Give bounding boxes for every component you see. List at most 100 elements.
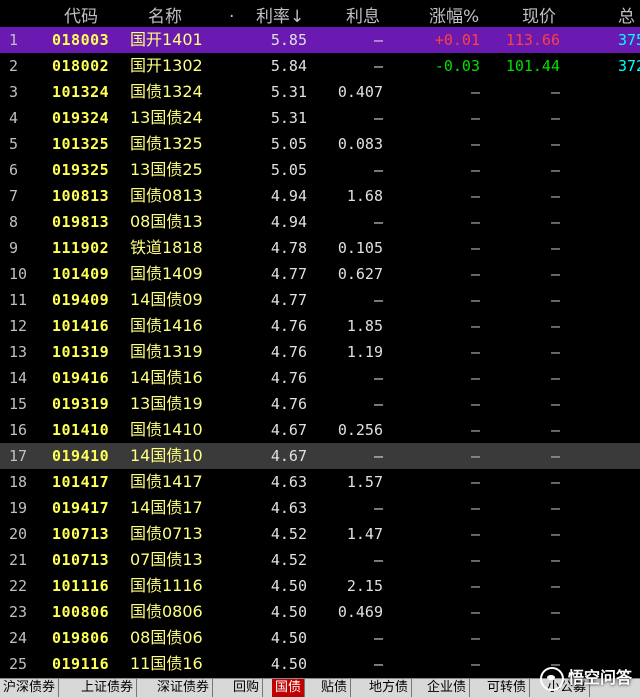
tab-5[interactable]: 贴债: [318, 679, 352, 697]
row-change: –: [470, 447, 480, 465]
tab-1[interactable]: 上证债券: [78, 679, 138, 697]
bond-table: 1018003国开14015.85–+0.01113.663752018002国…: [0, 27, 640, 677]
row-price: –: [550, 369, 560, 387]
table-row[interactable]: 9 111902 铁道1818 4.78 0.105 – –: [0, 235, 640, 261]
row-rate: 4.52: [270, 525, 307, 543]
table-row[interactable]: 11 019409 14国债09 4.77 – – –: [0, 287, 640, 313]
row-name: 国债1417: [130, 472, 203, 491]
row-rate: 4.77: [270, 265, 307, 283]
table-row[interactable]: 1 018003 国开1401 5.85 – +0.01 113.66 375: [0, 27, 640, 53]
table-row[interactable]: 24 019806 08国债06 4.50 – – –: [0, 625, 640, 651]
row-interest: 1.19: [346, 343, 383, 361]
table-row[interactable]: 12 101416 国债1416 4.76 1.85 – –: [0, 313, 640, 339]
table-row[interactable]: 23 100806 国债0806 4.50 0.469 – –: [0, 599, 640, 625]
row-price: –: [550, 213, 560, 231]
row-price: 101.44: [505, 57, 560, 75]
table-row[interactable]: 18 101417 国债1417 4.63 1.57 – –: [0, 469, 640, 495]
row-name: 国债1324: [130, 82, 203, 101]
row-name: 14国债17: [130, 498, 203, 517]
header-change[interactable]: 涨幅%: [429, 2, 479, 27]
row-index: 11: [9, 291, 28, 309]
wukong-logo-icon: [539, 666, 564, 691]
table-row[interactable]: 17 019410 14国债10 4.67 – – –: [0, 443, 640, 469]
row-index: 15: [9, 395, 28, 413]
row-name: 13国债19: [130, 394, 203, 413]
table-row[interactable]: 13 101319 国债1319 4.76 1.19 – –: [0, 339, 640, 365]
row-change: –: [470, 473, 480, 491]
row-rate: 4.76: [270, 395, 307, 413]
tab-7[interactable]: 企业债: [424, 679, 471, 697]
tab-0[interactable]: 沪深债券: [0, 679, 60, 697]
row-price: –: [550, 83, 560, 101]
row-rate: 5.31: [270, 83, 307, 101]
row-change: –: [470, 577, 480, 595]
row-change: –: [470, 551, 480, 569]
table-row[interactable]: 22 101116 国债1116 4.50 2.15 – –: [0, 573, 640, 599]
row-change: –: [470, 187, 480, 205]
table-row[interactable]: 5 101325 国债1325 5.05 0.083 – –: [0, 131, 640, 157]
table-row[interactable]: 21 010713 07国债13 4.52 – – –: [0, 547, 640, 573]
table-row[interactable]: 15 019319 13国债19 4.76 – – –: [0, 391, 640, 417]
row-code: 019116: [52, 655, 110, 673]
header-price[interactable]: 现价: [522, 2, 556, 27]
table-row[interactable]: 16 101410 国债1410 4.67 0.256 – –: [0, 417, 640, 443]
row-price: –: [550, 109, 560, 127]
row-name: 国债0806: [130, 602, 203, 621]
row-rate: 4.94: [270, 213, 307, 231]
row-index: 12: [9, 317, 28, 335]
row-code: 019319: [52, 395, 110, 413]
row-interest: 1.57: [346, 473, 383, 491]
tab-3[interactable]: 回购: [230, 679, 264, 697]
header-name[interactable]: 名称: [148, 2, 182, 27]
row-index: 1: [9, 31, 19, 49]
tab-4[interactable]: 国债: [272, 679, 306, 697]
row-rate: 5.84: [270, 57, 307, 75]
row-interest: –: [373, 629, 383, 647]
tab-8[interactable]: 可转债: [484, 679, 531, 697]
row-name: 国债1410: [130, 420, 203, 439]
row-interest: 0.105: [337, 239, 383, 257]
row-rate: 4.78: [270, 239, 307, 257]
row-code: 101325: [52, 135, 110, 153]
table-row[interactable]: 6 019325 13国债25 5.05 – – –: [0, 157, 640, 183]
row-rate: 4.50: [270, 655, 307, 673]
row-price: –: [550, 187, 560, 205]
table-row[interactable]: 20 100713 国债0713 4.52 1.47 – –: [0, 521, 640, 547]
row-change: –: [470, 161, 480, 179]
table-row[interactable]: 2 018002 国开1302 5.84 – -0.03 101.44 372: [0, 53, 640, 79]
tab-6[interactable]: 地方债: [366, 679, 413, 697]
row-code: 101324: [52, 83, 110, 101]
row-rate: 4.50: [270, 603, 307, 621]
table-row[interactable]: 7 100813 国债0813 4.94 1.68 – –: [0, 183, 640, 209]
column-header: 代码 名称 . 利率↓ 利息 涨幅% 现价 总: [0, 0, 640, 27]
table-row[interactable]: 4 019324 13国债24 5.31 – – –: [0, 105, 640, 131]
tab-2[interactable]: 深证债券: [154, 679, 214, 697]
row-code: 101417: [52, 473, 110, 491]
row-rate: 4.63: [270, 473, 307, 491]
header-rate[interactable]: 利率↓: [256, 2, 304, 27]
table-row[interactable]: 10 101409 国债1409 4.77 0.627 – –: [0, 261, 640, 287]
header-code[interactable]: 代码: [64, 2, 98, 27]
header-interest[interactable]: 利息: [346, 2, 380, 27]
row-rate: 5.85: [270, 31, 307, 49]
row-rate: 4.76: [270, 317, 307, 335]
row-name: 13国债24: [130, 108, 203, 127]
row-index: 3: [9, 83, 19, 101]
row-change: –: [470, 291, 480, 309]
row-rate: 4.52: [270, 551, 307, 569]
row-price: –: [550, 265, 560, 283]
table-row[interactable]: 3 101324 国债1324 5.31 0.407 – –: [0, 79, 640, 105]
table-row[interactable]: 8 019813 08国债13 4.94 – – –: [0, 209, 640, 235]
row-change: –: [470, 343, 480, 361]
table-row[interactable]: 14 019416 14国债16 4.76 – – –: [0, 365, 640, 391]
row-interest: –: [373, 213, 383, 231]
row-change: –: [470, 655, 480, 673]
row-price: –: [550, 291, 560, 309]
header-total[interactable]: 总: [618, 2, 635, 27]
row-price: –: [550, 395, 560, 413]
table-row[interactable]: 19 019417 14国债17 4.63 – – –: [0, 495, 640, 521]
row-change: –: [470, 603, 480, 621]
row-code: 010713: [52, 551, 110, 569]
row-interest: –: [373, 57, 383, 75]
row-index: 7: [9, 187, 19, 205]
